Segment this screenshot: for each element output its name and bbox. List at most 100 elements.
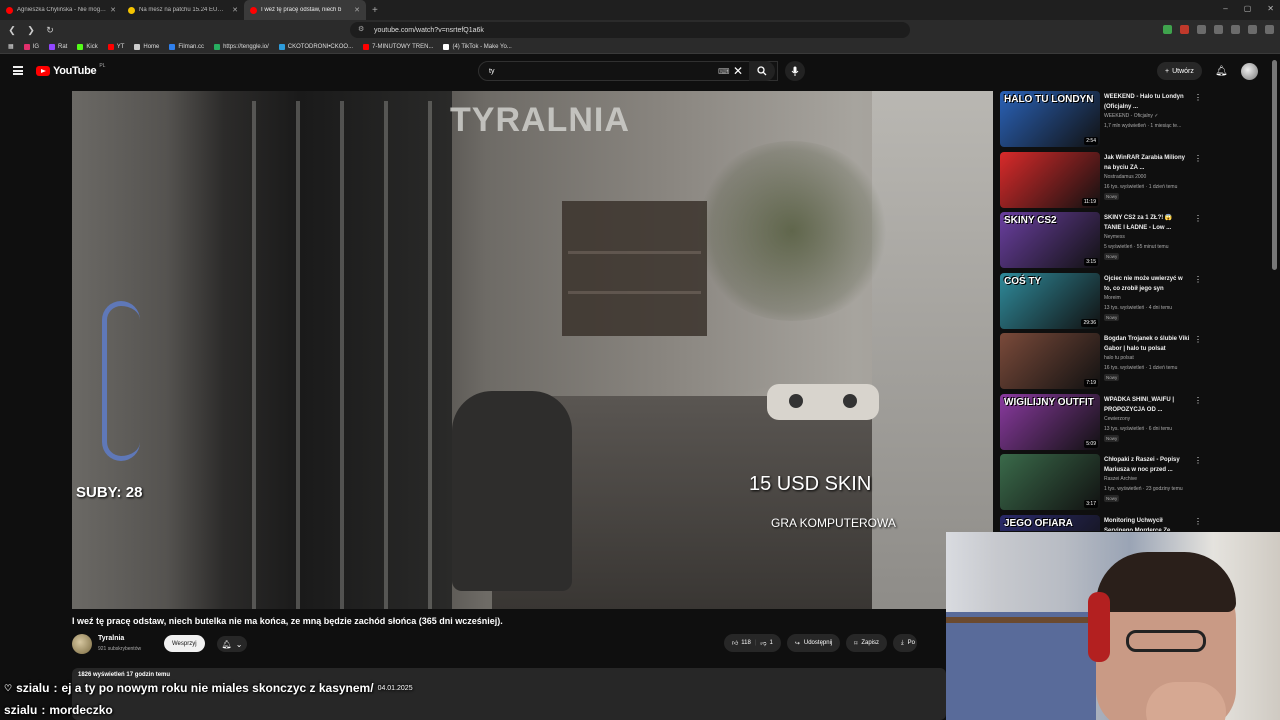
extension-icon[interactable] <box>1231 25 1240 34</box>
extension-icon[interactable] <box>1163 25 1172 34</box>
download-icon: ⤓ <box>901 639 904 646</box>
subscription-bell-button[interactable]: 🔔︎ ⌄ <box>217 636 247 652</box>
channel-name[interactable]: Tyralnia <box>98 635 124 642</box>
save-button[interactable]: ⌑ Zapisz <box>846 634 888 652</box>
recommended-channel[interactable]: Raszei Archive <box>1104 476 1194 482</box>
menu-dots-icon[interactable] <box>1265 25 1274 34</box>
video-thumbnail[interactable]: 3:17 <box>1000 454 1100 510</box>
recommended-video[interactable]: SKINY CS2 3:15 SKINY CS2 za 1 ZŁ?! 😱 TANIE… <box>1000 212 1268 270</box>
more-options-icon[interactable]: ⋮ <box>1194 93 1202 102</box>
bell-icon[interactable]: 🔔︎ <box>1215 66 1228 77</box>
recommended-title[interactable]: WPADKA SHINI_WAIFU | PROPOZYCJA OD ... <box>1104 395 1190 415</box>
extension-icon[interactable] <box>1214 25 1223 34</box>
bookmark[interactable]: 7-MINUTOWY TREN... <box>363 43 433 50</box>
recommended-meta: 16 tys. wyświetleń · 1 dzień temu <box>1104 183 1178 190</box>
more-options-icon[interactable]: ⋮ <box>1194 517 1202 526</box>
recommended-title[interactable]: Chłopaki z Raszei - Popisy Mariusza w no… <box>1104 455 1190 475</box>
video-player[interactable]: TYRALNIA SUBY: 28 15 USD SKIN GRA KOMPUT… <box>72 91 993 609</box>
close-icon[interactable]: ✕ <box>110 6 116 14</box>
channel-avatar[interactable] <box>72 634 92 654</box>
search-button[interactable] <box>749 61 775 81</box>
recommended-video[interactable]: JEGO OFIARA Monitoring Uchwycił Seryjnego… <box>1000 514 1268 532</box>
menu-icon[interactable] <box>13 66 23 75</box>
recommended-video[interactable]: 11:19 Jak WinRAR Zarabia Miliony na byciu… <box>1000 151 1268 210</box>
more-options-icon[interactable]: ⋮ <box>1194 154 1202 163</box>
close-icon[interactable]: ✕ <box>232 6 238 14</box>
more-options-icon[interactable]: ⋮ <box>1194 456 1202 465</box>
recommended-title[interactable]: Jak WinRAR Zarabia Miliony na byciu ZA .… <box>1104 153 1190 173</box>
recommended-channel[interactable]: halo tu polsat <box>1104 355 1194 361</box>
share-label: Udostępnij <box>803 640 833 646</box>
like-button[interactable]: 👍︎ 118 <box>732 639 751 647</box>
recommended-channel[interactable]: Nostradamus 2000 <box>1104 174 1194 180</box>
keyboard-icon[interactable]: ⌨ <box>718 67 730 76</box>
video-overlay-channel: TYRALNIA <box>450 101 630 139</box>
extension-icon[interactable] <box>1180 25 1189 34</box>
recommended-video[interactable]: COŚ TY 29:36 Ojciec nie może uwierzyć w to… <box>1000 272 1268 331</box>
apps-icon[interactable]: ▦ <box>8 43 14 50</box>
more-options-icon[interactable]: ⋮ <box>1194 275 1202 284</box>
recommended-channel[interactable]: Neymess <box>1104 234 1194 240</box>
recommended-title[interactable]: Ojciec nie może uwierzyć w to, co zrobił… <box>1104 274 1190 294</box>
video-thumbnail[interactable]: WIGILIJNY OUTFIT 5:09 <box>1000 393 1100 450</box>
recommended-video[interactable]: 7:19 Bogdan Trojanek o ślubie Viki Gabor … <box>1000 333 1268 391</box>
bookmark[interactable]: (4) TikTok - Make Yo... <box>443 43 512 50</box>
address-bar[interactable]: ⚙ youtube.com/watch?v=nsrtefQ1a6k <box>350 22 910 38</box>
dislike-button[interactable]: 👎︎ 1 <box>760 639 772 647</box>
bookmark[interactable]: CKOTODRONI•CKOO... <box>278 43 353 50</box>
bookmark[interactable]: Kick <box>77 43 98 50</box>
recommended-channel[interactable]: Cewierzony <box>1104 416 1194 422</box>
scrollbar[interactable] <box>1272 60 1277 270</box>
recommended-channel[interactable]: WEEKEND - Oficjalny ✓ <box>1104 113 1194 119</box>
bookmark[interactable]: Filman.cc <box>169 43 204 50</box>
more-options-icon[interactable]: ⋮ <box>1194 396 1202 405</box>
url-text: youtube.com/watch?v=nsrtefQ1a6k <box>374 26 484 34</box>
video-thumbnail[interactable]: 11:19 <box>1000 151 1100 208</box>
bookmark[interactable]: Home <box>134 43 159 50</box>
recommended-title[interactable]: WEEKEND - Halo tu Londyn (Oficjalny ... <box>1104 92 1190 112</box>
bookmark[interactable]: Rat <box>49 43 67 50</box>
video-thumbnail[interactable]: JEGO OFIARA <box>1000 514 1100 531</box>
mic-button[interactable] <box>785 61 805 81</box>
chat-message: ♡ szialu: ej a ty po nowym roku nie mial… <box>4 681 413 695</box>
video-thumbnail[interactable]: HALO TU LONDYN 2:54 <box>1000 91 1100 147</box>
recommended-title[interactable]: Bogdan Trojanek o ślubie Viki Gabor | ha… <box>1104 334 1190 354</box>
bookmark-icon <box>278 43 285 50</box>
browser-tab[interactable]: Agnieszka Chylińska - Nie mogę Cię ✕ <box>0 0 122 20</box>
video-scene-chair <box>452 391 572 591</box>
maximize-button[interactable]: ▢ <box>1244 4 1252 13</box>
recommended-video[interactable]: WIGILIJNY OUTFIT 5:09 WPADKA SHINI_WAIFU |… <box>1000 393 1268 452</box>
recommended-title[interactable]: SKINY CS2 za 1 ZŁ?! 😱 TANIE I ŁADNE - Lo… <box>1104 213 1190 233</box>
browser-tab[interactable]: Na mesz na patchu 15.24 EUW 767! ✕ <box>122 0 244 20</box>
recommended-channel[interactable]: Moreim <box>1104 295 1194 301</box>
site-info-icon[interactable]: ⚙ <box>358 25 364 33</box>
close-window-button[interactable]: ✕ <box>1267 4 1274 13</box>
new-tab-button[interactable]: + <box>366 5 384 16</box>
bookmark[interactable]: YT <box>107 43 124 50</box>
reload-button[interactable]: ↻ <box>43 25 57 36</box>
recommended-title[interactable]: Monitoring Uchwycił Seryjnego Mordercę Z… <box>1104 516 1190 532</box>
youtube-logo[interactable]: YouTube PL <box>36 63 105 77</box>
clear-icon[interactable]: ✕ <box>733 64 743 78</box>
extension-icon[interactable] <box>1197 25 1206 34</box>
more-options-icon[interactable]: ⋮ <box>1194 335 1202 344</box>
share-button[interactable]: ↪ Udostępnij <box>786 634 841 652</box>
video-thumbnail[interactable]: 7:19 <box>1000 333 1100 389</box>
recommended-video[interactable]: 3:17 Chłopaki z Raszei - Popisy Mariusza … <box>1000 454 1268 512</box>
support-button[interactable]: Wesprzyj <box>164 635 205 652</box>
download-button[interactable]: ⤓ Po <box>893 634 918 652</box>
forward-button[interactable]: ❯ <box>24 25 38 36</box>
account-avatar[interactable] <box>1241 63 1258 80</box>
create-button[interactable]: + Utwórz <box>1157 62 1202 80</box>
more-options-icon[interactable]: ⋮ <box>1194 214 1202 223</box>
recommended-video[interactable]: HALO TU LONDYN 2:54 WEEKEND - Halo tu Lond… <box>1000 91 1268 149</box>
video-thumbnail[interactable]: SKINY CS2 3:15 <box>1000 212 1100 268</box>
browser-tab-active[interactable]: I weź tę pracę odstaw, niech b ✕ <box>244 0 366 20</box>
profile-icon[interactable] <box>1248 25 1257 34</box>
video-thumbnail[interactable]: COŚ TY 29:36 <box>1000 272 1100 329</box>
close-icon[interactable]: ✕ <box>354 6 360 14</box>
bookmark[interactable]: https://tenggle.io/ <box>214 43 269 50</box>
back-button[interactable]: ❮ <box>5 25 19 36</box>
minimize-button[interactable]: – <box>1223 4 1227 13</box>
bookmark[interactable]: IG <box>23 43 39 50</box>
